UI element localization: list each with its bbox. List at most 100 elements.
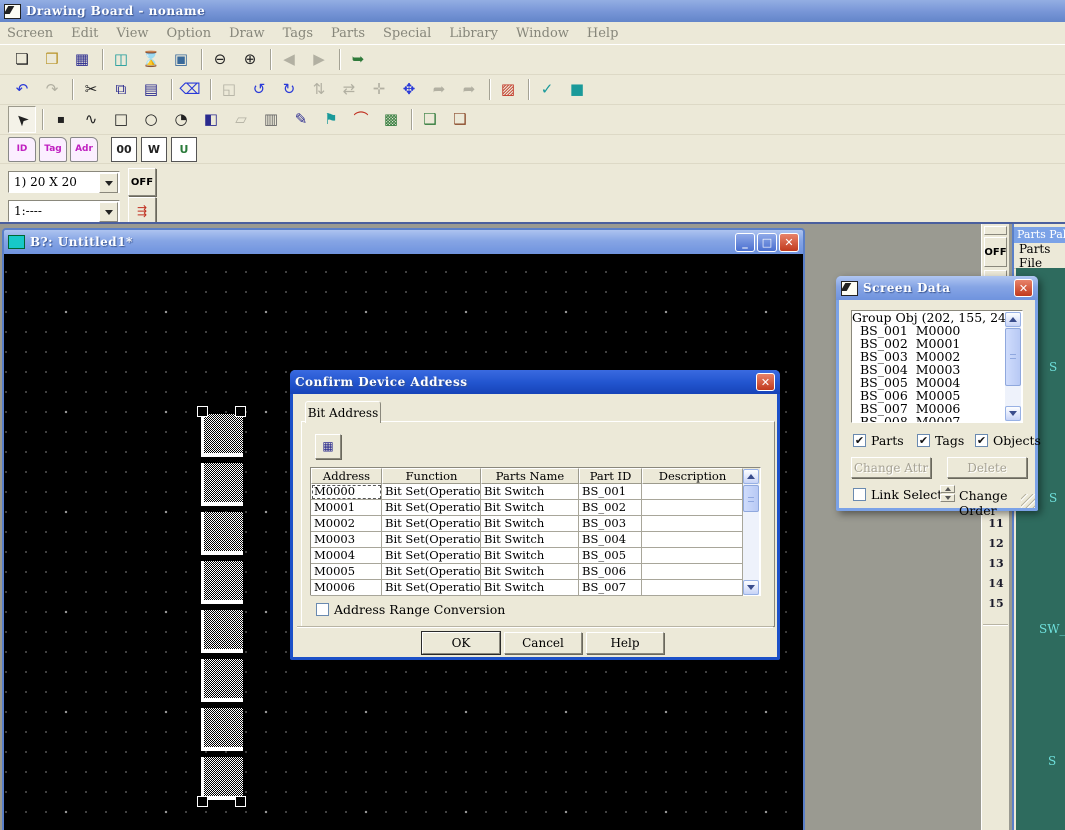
polyline-tool-button[interactable]: ∿	[77, 106, 105, 133]
cell-address[interactable]: M0002	[311, 516, 382, 532]
cell-function[interactable]: Bit Set(Operation ...	[382, 580, 481, 596]
grid-size-combobox[interactable]: 1) 20 X 20	[8, 171, 120, 193]
grid-off-toggle-button[interactable]: OFF	[128, 168, 156, 196]
menu-item[interactable]: Tags	[283, 26, 313, 41]
drawing-window-titlebar[interactable]: B?: Untitled1* _ □ ✕	[4, 230, 803, 254]
close-button[interactable]: ✕	[1014, 279, 1033, 297]
cell-parts-name[interactable]: Bit Switch	[481, 580, 579, 596]
zoom-in-button[interactable]: ⊕	[236, 46, 264, 73]
rectangle-tool-button[interactable]: □	[107, 106, 135, 133]
cell-description[interactable]	[642, 500, 743, 516]
arc-tool-button[interactable]: ◔	[167, 106, 195, 133]
copy-button[interactable]: ⧉	[107, 76, 135, 103]
zoom-out-button[interactable]: ⊖	[206, 46, 234, 73]
cell-description[interactable]	[642, 564, 743, 580]
fill-tool-button[interactable]: ◧	[197, 106, 225, 133]
table-scrollbar[interactable]	[743, 469, 759, 595]
dialog-titlebar[interactable]: Confirm Device Address ✕	[290, 370, 780, 394]
bit-switch-object[interactable]	[201, 561, 243, 604]
marker-pen-button[interactable]: ✎	[287, 106, 315, 133]
change-order-spinner[interactable]	[940, 485, 955, 502]
duplicate-button[interactable]: ◱	[215, 76, 243, 103]
address-table-row[interactable]: M0003 Bit Set(Operation ... Bit Switch B…	[311, 532, 760, 548]
parts-page-number[interactable]: 15	[982, 595, 1010, 615]
minimize-button[interactable]: _	[735, 233, 755, 252]
bit-switch-object[interactable]	[201, 757, 243, 800]
show-under-button[interactable]: U	[171, 137, 197, 162]
combo-dropdown-button[interactable]	[99, 173, 118, 193]
spin-up-button[interactable]	[940, 485, 955, 493]
fill-color-button[interactable]: ■	[563, 76, 591, 103]
address-table-row[interactable]: M0000 Bit Set(Operation ... Bit Switch B…	[311, 484, 760, 500]
nudge-up-button[interactable]: ➦	[425, 76, 453, 103]
cell-function[interactable]: Bit Set(Operation ...	[382, 516, 481, 532]
cell-part-id[interactable]: BS_002	[579, 500, 642, 516]
cell-function[interactable]: Bit Set(Operation ...	[382, 564, 481, 580]
link-select-checkbox[interactable]	[853, 488, 866, 501]
new-button[interactable]: ❏	[8, 46, 36, 73]
col-header-description[interactable]: Description	[642, 468, 743, 484]
switch-group[interactable]	[201, 414, 243, 800]
cell-parts-name[interactable]: Bit Switch	[481, 484, 579, 500]
maximize-button[interactable]: □	[757, 233, 777, 252]
show-adr-button[interactable]: Adr	[70, 137, 98, 162]
box3d-brown-button[interactable]: ❑	[446, 106, 474, 133]
resize-grip[interactable]	[1021, 494, 1035, 508]
object-listbox[interactable]: Group Obj (202, 155, 242, 539 BS_001 M00…	[851, 310, 1023, 423]
selection-handle[interactable]	[197, 796, 208, 807]
cell-part-id[interactable]: BS_004	[579, 532, 642, 548]
cell-parts-name[interactable]: Bit Switch	[481, 500, 579, 516]
menu-item[interactable]: Library	[449, 26, 498, 41]
cell-part-id[interactable]: BS_007	[579, 580, 642, 596]
screen-copy-button[interactable]: ◫	[107, 46, 135, 73]
cell-part-id[interactable]: BS_005	[579, 548, 642, 564]
parts-page-number[interactable]: 11	[982, 515, 1010, 535]
save-button[interactable]: ▦	[68, 46, 96, 73]
menu-item[interactable]: Option	[167, 26, 212, 41]
cell-description[interactable]	[642, 484, 743, 500]
flip-vertical-button[interactable]: ⇅	[305, 76, 333, 103]
scrollbar-thumb[interactable]	[1005, 328, 1021, 386]
col-header-part-id[interactable]: Part ID	[579, 468, 642, 484]
device-keypad-button[interactable]: ▦	[315, 434, 341, 459]
cell-description[interactable]	[642, 580, 743, 596]
show-id-button[interactable]: ID	[8, 137, 36, 162]
show-zeros-button[interactable]: 00	[111, 137, 137, 162]
flag-rect-button[interactable]: ⚑	[317, 106, 345, 133]
box3d-green-button[interactable]: ❑	[416, 106, 444, 133]
delete-button[interactable]: Delete	[947, 457, 1027, 478]
parts-off-button[interactable]: OFF	[984, 237, 1007, 267]
cell-function[interactable]: Bit Set(Operation ...	[382, 484, 481, 500]
parts-box-button[interactable]: ▣	[167, 46, 195, 73]
cell-part-id[interactable]: BS_003	[579, 516, 642, 532]
alarm-button[interactable]: ⌛	[137, 46, 165, 73]
check-draw-button[interactable]: ✓	[533, 76, 561, 103]
forward-button[interactable]: ▶	[305, 46, 333, 73]
cell-function[interactable]: Bit Set(Operation ...	[382, 532, 481, 548]
help-button[interactable]: Help	[586, 632, 664, 654]
address-table-row[interactable]: M0002 Bit Set(Operation ... Bit Switch B…	[311, 516, 760, 532]
flip-horizontal-button[interactable]: ⇄	[335, 76, 363, 103]
cell-address[interactable]: M0000	[311, 484, 382, 500]
red-arc-button[interactable]: ⌒	[347, 106, 375, 133]
eraser-button[interactable]: ⌫	[176, 76, 204, 103]
screen-data-list-item[interactable]: BS_008 M0007	[852, 415, 1022, 423]
redo-button[interactable]: ↷	[38, 76, 66, 103]
ruled-lines-button[interactable]: ▥	[257, 106, 285, 133]
parts-file-button[interactable]: Parts File	[1014, 243, 1065, 269]
cell-address[interactable]: M0006	[311, 580, 382, 596]
tab-bit-address[interactable]: Bit Address	[305, 401, 381, 423]
shrink-button[interactable]: ✛	[365, 76, 393, 103]
rotate-left-button[interactable]: ↺	[245, 76, 273, 103]
selection-handle[interactable]	[235, 796, 246, 807]
menu-item[interactable]: Screen	[7, 26, 53, 41]
cell-function[interactable]: Bit Set(Operation ...	[382, 500, 481, 516]
scroll-down-button[interactable]	[743, 580, 759, 595]
image-button[interactable]: ▩	[377, 106, 405, 133]
cell-description[interactable]	[642, 548, 743, 564]
selection-handle[interactable]	[197, 406, 208, 417]
menu-item[interactable]: Parts	[331, 26, 365, 41]
cell-description[interactable]	[642, 516, 743, 532]
menu-item[interactable]: Edit	[71, 26, 98, 41]
bit-switch-object[interactable]	[201, 414, 243, 457]
